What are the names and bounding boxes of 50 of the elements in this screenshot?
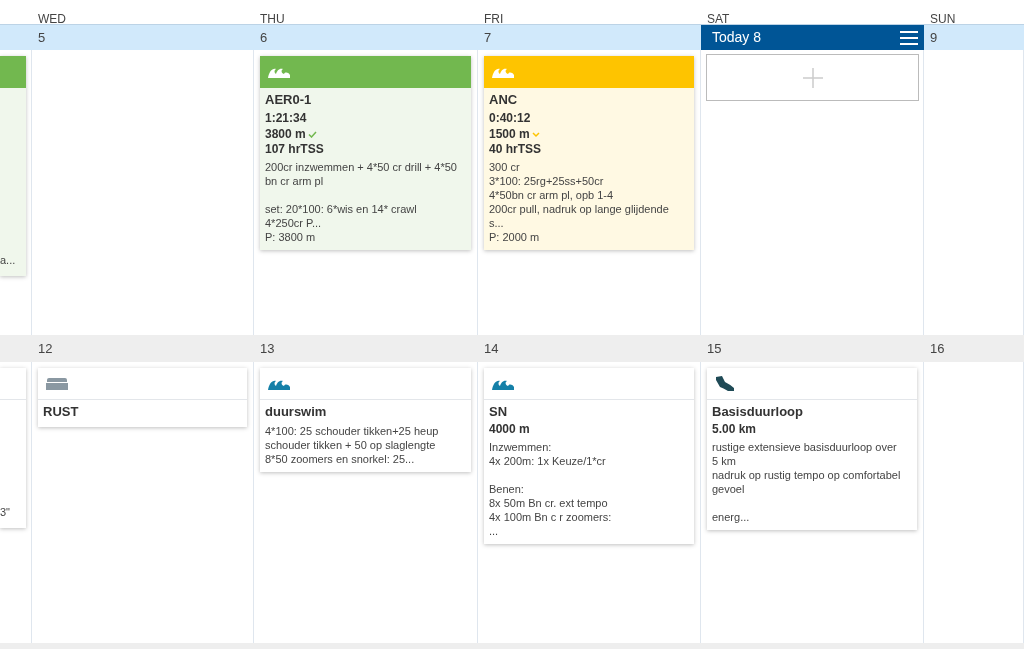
workout-card[interactable]: a...: [0, 56, 26, 276]
duration: 0:40:12: [489, 111, 532, 126]
weekday-label: SAT: [707, 12, 730, 26]
date-label: Today 8: [711, 28, 762, 47]
workout-card[interactable]: AER0-1 1:21:34 3800 m 107 hrTSS 200cr inzwemmen + 4*50 cr drill + 4*50 bn cr arm pl set: 20*100: 6*wis en 14* crawl 4*250cr P... P: 3800 m: [260, 56, 471, 250]
workout-title: ANC: [489, 91, 519, 109]
date-label: 12: [38, 339, 53, 358]
date-label: 15: [707, 339, 722, 358]
date-label: 5: [38, 28, 46, 47]
menu-icon[interactable]: [900, 30, 918, 45]
workout-title: Basisduurloop: [712, 403, 804, 421]
workout-description: 4*100: 25 schouder tikken+25 heup schouder tikken + 50 op slaglengte 8*50 zoomers en snorkel: 25...: [265, 424, 440, 466]
date-label: 13: [260, 339, 275, 358]
workout-title: duurswim: [265, 403, 328, 421]
workout-description: 3": [0, 505, 12, 519]
duration: 1:21:34: [265, 111, 308, 126]
date-label: 9: [930, 28, 938, 47]
weekday-label: THU: [260, 12, 285, 26]
workout-description: 300 cr 3*100: 25rg+25ss+50cr 4*50bn cr arm pl, opb 1-4 200cr pull, nadruk op lange glijdende s... P: 2000 m: [489, 160, 670, 244]
wave-icon: [268, 66, 290, 78]
date-label: 6: [260, 28, 268, 47]
workout-title: SN: [489, 403, 509, 421]
workout-card[interactable]: SN 4000 m Inzwemmen: 4x 200m: 1x Keuze/1*cr Benen: 8x 50m Bn cr. ext tempo 4x 100m Bn c r zoomers: ...: [484, 368, 694, 544]
workout-card[interactable]: 3": [0, 368, 26, 528]
workout-description: rustige extensieve basisduurloop over 5 km nadruk op rustig tempo op comfortabel gevoel energ...: [712, 440, 902, 524]
sofa-icon: [46, 377, 68, 390]
workout-card[interactable]: Basisduurloop 5.00 km rustige extensieve basisduurloop over 5 km nadruk op rustig tempo op comfortabel gevoel energ...: [707, 368, 917, 530]
distance: 5.00 km: [712, 422, 757, 437]
weekday-label: WED: [38, 12, 66, 26]
workout-card[interactable]: duurswim 4*100: 25 schouder tikken+25 heup schouder tikken + 50 op slaglengte 8*50 zoomers en snorkel: 25...: [260, 368, 471, 472]
date-label: 14: [484, 339, 499, 358]
distance: 3800 m: [265, 127, 306, 142]
wave-icon: [492, 66, 514, 78]
distance: 1500 m: [489, 127, 530, 142]
workout-description: a...: [0, 253, 17, 267]
date-label: 16: [930, 339, 945, 358]
workout-description: Inzwemmen: 4x 200m: 1x Keuze/1*cr Benen: 8x 50m Bn cr. ext tempo 4x 100m Bn c r zoomers: ...: [489, 440, 613, 538]
workout-card[interactable]: RUST: [38, 368, 247, 427]
tss: 107 hrTSS: [265, 142, 325, 157]
tss: 40 hrTSS: [489, 142, 543, 157]
shoe-icon: [715, 375, 735, 392]
workout-title: AER0-1: [265, 91, 313, 109]
plus-icon: [802, 67, 823, 88]
workout-card[interactable]: ANC 0:40:12 1500 m 40 hrTSS 300 cr 3*100: 25rg+25ss+50cr 4*50bn cr arm pl, opb 1-4 200cr pull, nadruk op lange glijdende s... P: 2000 m: [484, 56, 694, 250]
workout-title: RUST: [43, 403, 80, 421]
date-label: 7: [484, 28, 492, 47]
workout-description: 200cr inzwemmen + 4*50 cr drill + 4*50 bn cr arm pl set: 20*100: 6*wis en 14* crawl 4*250cr P... P: 3800 m: [265, 160, 458, 244]
weekday-label: FRI: [484, 12, 504, 26]
distance: 4000 m: [489, 422, 530, 437]
weekday-label: SUN: [930, 12, 956, 26]
